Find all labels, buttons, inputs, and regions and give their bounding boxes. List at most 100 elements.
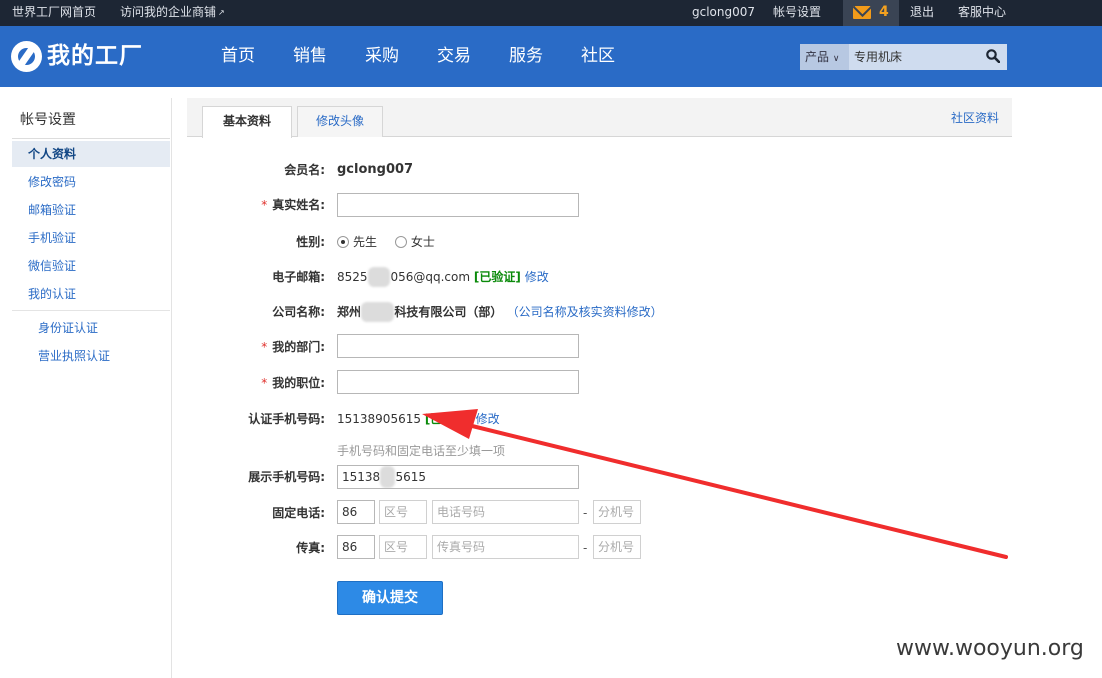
tab-change-avatar[interactable]: 修改头像: [297, 106, 383, 137]
member-name-value: gclong007: [337, 162, 414, 177]
fax-ext-separator: -: [583, 541, 588, 555]
nav-service[interactable]: 服务: [509, 26, 543, 87]
search-category-select[interactable]: 产品 ∨: [800, 44, 849, 70]
sidebar-item-password[interactable]: 修改密码: [12, 169, 170, 195]
envelope-icon: [853, 6, 871, 19]
sidebar-divider: [12, 138, 170, 139]
member-name-label: 会员名:: [284, 163, 325, 177]
gender-female-radio[interactable]: 女士: [394, 235, 435, 249]
display-phone-redacted: 00: [380, 466, 396, 488]
visit-my-shop-label: 访问我的企业商铺: [120, 5, 217, 19]
company-redacted: 0000: [361, 302, 395, 322]
position-input[interactable]: [337, 370, 579, 394]
gender-female-label: 女士: [410, 235, 435, 249]
email-verified-badge: [已验证]: [473, 270, 521, 284]
telephone-label: 固定电话:: [272, 506, 325, 520]
auth-phone-label: 认证手机号码:: [248, 412, 325, 426]
sidebar-item-profile[interactable]: 个人资料: [12, 141, 170, 167]
search-icon[interactable]: [986, 49, 1000, 63]
sidebar-item-email-verify[interactable]: 邮箱验证: [12, 197, 170, 223]
nav-community[interactable]: 社区: [581, 26, 615, 87]
auth-phone-edit-link[interactable]: 修改: [476, 412, 500, 426]
fax-country-code-input[interactable]: 86: [337, 535, 375, 559]
department-label: * 我的部门:: [180, 337, 325, 357]
username-link[interactable]: gclong007: [692, 0, 755, 26]
fax-number-input[interactable]: 传真号码: [432, 535, 579, 559]
nav-home[interactable]: 首页: [221, 26, 255, 87]
sidebar-item-id-card[interactable]: 身份证认证: [12, 315, 170, 341]
radio-checked-icon: [337, 236, 349, 248]
tel-country-code-input[interactable]: 86: [337, 500, 375, 524]
sidebar-title: 帐号设置: [20, 112, 76, 128]
sidebar-divider: [12, 310, 170, 311]
tel-ext-separator: -: [583, 506, 588, 520]
company-edit-link[interactable]: （公司名称及核实资料修改）: [507, 305, 663, 319]
gender-male-radio[interactable]: 先生: [337, 235, 377, 249]
email-edit-link[interactable]: 修改: [525, 270, 549, 284]
logo-text: 我的工厂: [47, 43, 143, 69]
position-label: * 我的职位:: [180, 373, 325, 393]
fax-extension-input[interactable]: 分机号: [593, 535, 641, 559]
required-mark: *: [261, 198, 268, 212]
tab-bar: 基本资料 修改头像 社区资料: [187, 98, 1012, 138]
watermark-text: www.wooyun.org: [896, 636, 1084, 661]
display-phone-label: 展示手机号码:: [248, 470, 325, 484]
nav-trade[interactable]: 交易: [437, 26, 471, 87]
fax-area-code-input[interactable]: 区号: [379, 535, 427, 559]
gender-male-label: 先生: [353, 235, 378, 249]
site-logo[interactable]: 我的工厂: [11, 39, 151, 73]
search-input[interactable]: 专用机床: [854, 44, 974, 70]
tel-extension-input[interactable]: 分机号: [593, 500, 641, 524]
email-redacted: 000: [367, 267, 391, 287]
display-phone-suffix: 5615: [395, 470, 427, 484]
logout-link[interactable]: 退出: [910, 0, 934, 26]
required-mark: *: [261, 376, 268, 390]
sidebar-item-business-license[interactable]: 营业执照认证: [12, 343, 170, 369]
email-suffix: 056@qq.com: [390, 270, 471, 284]
company-suffix: 科技有限公司（部）: [394, 305, 503, 319]
community-profile-link[interactable]: 社区资料: [951, 98, 999, 138]
department-label-text: 我的部门:: [272, 340, 325, 354]
auth-phone-number: 15138905615: [337, 412, 421, 426]
top-bar: 世界工厂网首页 访问我的企业商铺 ↗ gclong007 帐号设置 4 退出 客服…: [0, 0, 1102, 26]
tab-basic-info[interactable]: 基本资料: [202, 106, 292, 138]
sidebar: 帐号设置 个人资料 修改密码 邮箱验证 手机验证 微信验证 我的认证 身份证认证…: [0, 98, 172, 678]
tel-area-code-input[interactable]: 区号: [379, 500, 427, 524]
sidebar-item-my-certification[interactable]: 我的认证: [12, 281, 170, 307]
phone-hint: 手机号码和固定电话至少填一项: [337, 444, 506, 458]
globe-logo-icon: [11, 41, 42, 72]
gender-label: 性别:: [296, 235, 325, 249]
display-phone-prefix: 15138: [342, 470, 381, 484]
email-label: 电子邮箱:: [272, 270, 325, 284]
mail-notification[interactable]: 4: [843, 0, 899, 26]
position-label-text: 我的职位:: [272, 376, 325, 390]
company-label: 公司名称:: [272, 305, 325, 319]
search-box: 产品 ∨ 专用机床: [800, 44, 1007, 70]
company-value: 郑州0000科技有限公司（部） （公司名称及核实资料修改）: [337, 302, 663, 322]
submit-button[interactable]: 确认提交: [337, 581, 443, 615]
customer-service-link[interactable]: 客服中心: [958, 0, 1006, 26]
auth-phone-value: 15138905615 [已验证] 修改: [337, 409, 500, 429]
real-name-input[interactable]: [337, 193, 579, 217]
display-phone-input[interactable]: 15138005615: [337, 465, 579, 489]
gender-options: 先生 女士: [337, 232, 435, 252]
email-value: 8525000056@qq.com [已验证] 修改: [337, 267, 549, 287]
radio-unchecked-icon: [394, 236, 407, 248]
account-settings-link[interactable]: 帐号设置: [773, 0, 821, 26]
real-name-label-text: 真实姓名:: [272, 198, 325, 212]
world-factory-home-link[interactable]: 世界工厂网首页: [12, 0, 96, 26]
nav-sales[interactable]: 销售: [293, 26, 327, 87]
visit-my-shop-link[interactable]: 访问我的企业商铺 ↗: [120, 0, 225, 26]
nav-purchase[interactable]: 采购: [365, 26, 399, 87]
department-input[interactable]: [337, 334, 579, 358]
chevron-down-icon: ∨: [832, 54, 840, 64]
sidebar-item-wechat-verify[interactable]: 微信验证: [12, 253, 170, 279]
real-name-label: * 真实姓名:: [180, 195, 325, 215]
sidebar-item-phone-verify[interactable]: 手机验证: [12, 225, 170, 251]
required-mark: *: [261, 340, 268, 354]
external-link-icon: ↗: [218, 8, 225, 17]
main-header: 我的工厂 首页 销售 采购 交易 服务 社区 产品 ∨ 专用机床: [0, 26, 1102, 87]
email-prefix: 8525: [337, 270, 368, 284]
fax-label: 传真:: [296, 541, 325, 555]
tel-number-input[interactable]: 电话号码: [432, 500, 579, 524]
